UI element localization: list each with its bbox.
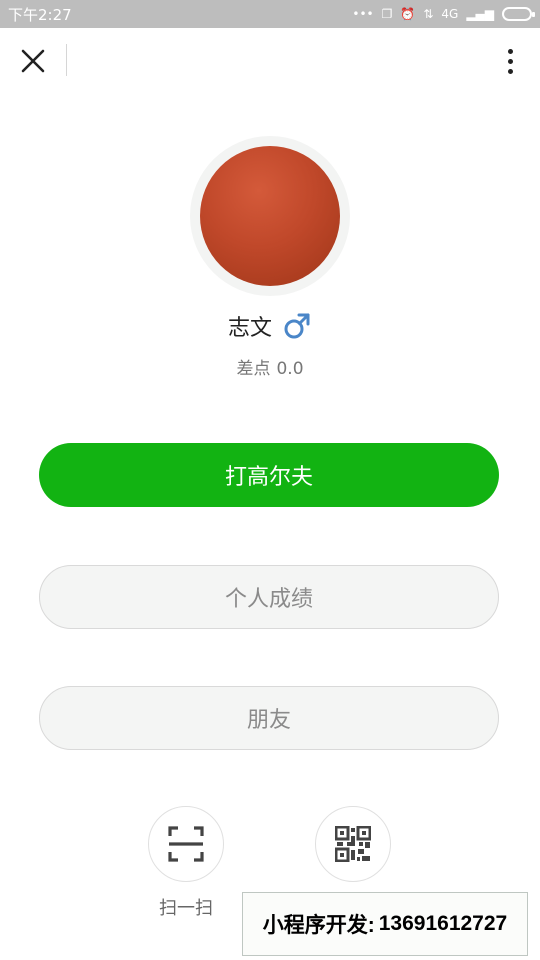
friends-button[interactable]: 朋友 [39, 686, 499, 750]
notification-dots-icon: ••• [352, 7, 374, 21]
handicap-info: 差点 0.0 [0, 354, 540, 379]
avatar-frame [190, 136, 350, 296]
more-vertical-icon [507, 48, 513, 54]
username: 志文 [227, 316, 272, 341]
close-icon [21, 49, 45, 73]
male-gender-icon [284, 313, 310, 339]
scan-label: 扫一扫 [159, 898, 213, 919]
status-bar: 下午2:27 ••• ❐ ⏰ ⇅ 4G ▂▄▆ [0, 0, 540, 28]
battery-icon [502, 7, 535, 21]
banner-phone: 13691612727 [378, 912, 508, 935]
personal-scores-button[interactable]: 个人成绩 [39, 565, 499, 629]
close-button[interactable] [14, 42, 52, 80]
qr-code-button[interactable] [315, 806, 391, 882]
qr-code-icon [335, 826, 371, 862]
scan-icon [168, 826, 204, 862]
promo-banner: 小程序开发: 13691612727 [242, 892, 528, 956]
alarm-icon: ⏰ [400, 7, 416, 21]
copy-icon: ❐ [381, 7, 393, 21]
data-transfer-icon: ⇅ [423, 7, 434, 21]
scan-button[interactable] [148, 806, 224, 882]
play-golf-button[interactable]: 打高尔夫 [39, 443, 499, 507]
username-row: 志文 [0, 306, 540, 346]
handicap-value: 0.0 [276, 359, 304, 379]
network-type-label: 4G [441, 7, 459, 21]
banner-label: 小程序开发: [262, 914, 375, 937]
signal-icon: ▂▄▆ [466, 7, 494, 21]
title-bar [0, 28, 540, 92]
more-options-button[interactable] [498, 42, 522, 80]
handicap-label: 差点 [236, 359, 271, 379]
title-divider [66, 44, 67, 76]
status-icons: ••• ❐ ⏰ ⇅ 4G ▂▄▆ [352, 7, 535, 21]
status-time: 下午2:27 [8, 5, 72, 24]
avatar[interactable] [200, 146, 340, 286]
